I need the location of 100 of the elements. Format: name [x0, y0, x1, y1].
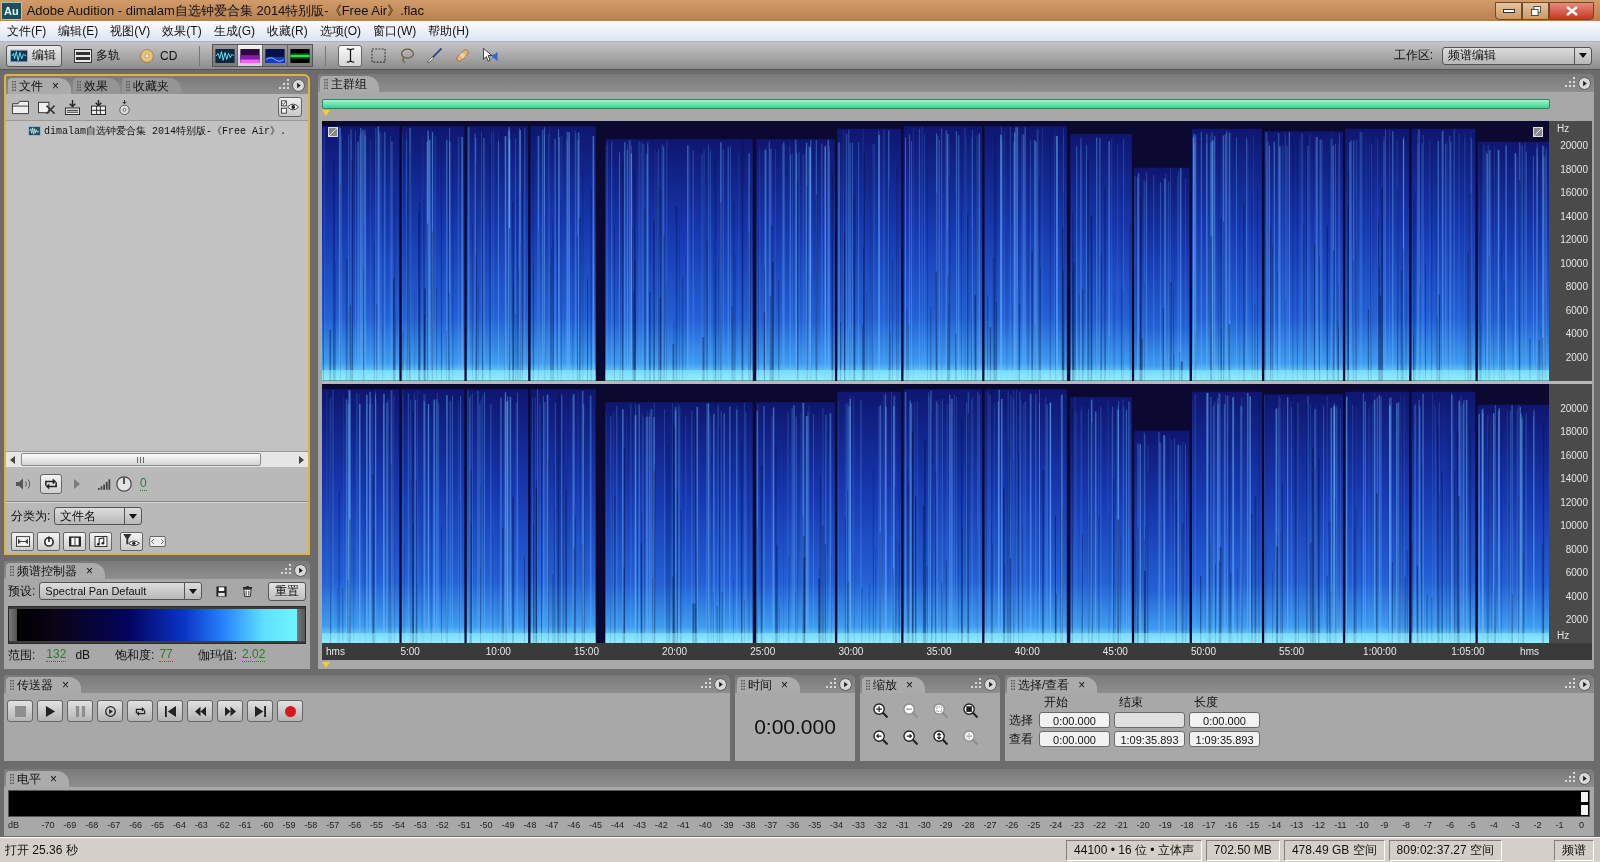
panel-grip-icon[interactable] — [1565, 771, 1575, 782]
reset-button[interactable]: 重置 — [268, 581, 306, 601]
close-tab-button[interactable]: × — [52, 80, 59, 92]
filter-button[interactable] — [63, 531, 86, 551]
trash-icon[interactable] — [243, 585, 253, 597]
panel-tab[interactable]: 电平 × — [6, 771, 69, 787]
transport-button[interactable] — [247, 700, 273, 722]
panel-tab[interactable]: 主群组 — [320, 76, 379, 92]
save-icon[interactable] — [216, 585, 228, 597]
menu-item[interactable]: 生成(G) — [208, 22, 260, 40]
filter-button[interactable] — [89, 531, 112, 551]
menu-item[interactable]: 效果(T) — [157, 22, 207, 40]
speaker-icon[interactable] — [16, 478, 32, 490]
import-icon[interactable] — [64, 99, 81, 115]
menu-item[interactable]: 窗口(W) — [368, 22, 422, 40]
panel-tab[interactable]: 频谱控制器 × — [6, 563, 105, 579]
close-tab-button[interactable]: × — [781, 679, 788, 691]
panel-grip-icon[interactable] — [701, 677, 711, 688]
menu-item[interactable]: 收藏(R) — [262, 22, 313, 40]
minimize-button[interactable] — [1495, 1, 1522, 20]
close-tab-button[interactable]: × — [50, 773, 57, 785]
mode-button[interactable]: 多轨 — [70, 44, 126, 67]
filter-button[interactable] — [120, 531, 143, 551]
view-button[interactable] — [288, 45, 313, 66]
view-button[interactable] — [263, 45, 288, 66]
sort-dropdown[interactable]: 文件名 — [54, 507, 143, 525]
workspace-dropdown[interactable]: 频谱编辑 — [1442, 46, 1592, 65]
panel-grip-icon[interactable] — [281, 563, 291, 574]
file-name[interactable]: dimalam自选钟爱合集 2014特别版-《Free Air》. — [44, 124, 287, 138]
menu-item[interactable]: 帮助(H) — [423, 22, 474, 40]
panel-grip-icon[interactable] — [1565, 677, 1575, 688]
panel-grip-icon[interactable] — [279, 78, 289, 89]
close-tab-button[interactable]: × — [1078, 679, 1086, 691]
time-field[interactable]: 0:00.000 — [1039, 731, 1110, 747]
knob-icon[interactable] — [116, 476, 132, 492]
menu-item[interactable]: 视图(V) — [105, 22, 156, 40]
panel-grip-icon[interactable] — [1565, 76, 1575, 87]
horizontal-scrollbar[interactable] — [6, 451, 308, 467]
preset-dropdown[interactable]: Spectral Pan Default — [39, 582, 203, 600]
transport-button[interactable] — [157, 700, 183, 722]
panel-tab[interactable]: 缩放 × — [862, 677, 925, 693]
cursor-marker-icon[interactable] — [322, 662, 330, 668]
restore-button[interactable] — [1522, 1, 1549, 20]
folder-icon[interactable] — [12, 99, 29, 115]
close-file-icon[interactable] — [38, 99, 55, 115]
close-tab-button[interactable]: × — [62, 679, 69, 691]
filter-button[interactable] — [11, 531, 34, 551]
panel-menu-icon[interactable] — [1578, 771, 1591, 785]
close-button[interactable] — [1549, 1, 1594, 20]
panel-menu-icon[interactable] — [714, 677, 727, 691]
panel-menu-icon[interactable] — [294, 563, 307, 577]
transport-button[interactable] — [187, 700, 213, 722]
close-tab-button[interactable]: × — [906, 679, 913, 691]
panel-menu-icon[interactable] — [1578, 76, 1591, 90]
spectrum-icon — [240, 48, 261, 63]
view-button[interactable] — [213, 45, 238, 66]
panel-tab[interactable]: 时间 × — [737, 677, 800, 693]
overview-bar[interactable] — [322, 99, 1550, 109]
scroll-left-icon[interactable] — [10, 455, 15, 464]
time-field[interactable]: 0:00.000 — [1039, 712, 1110, 728]
gradient-handle-icon[interactable] — [9, 609, 17, 641]
panel-menu-icon[interactable] — [984, 677, 997, 691]
panel-tab[interactable]: 收藏夹 — [122, 78, 181, 94]
transport-button[interactable] — [217, 700, 243, 722]
transport-button[interactable] — [97, 700, 123, 722]
gradient-handle-icon[interactable] — [297, 609, 305, 641]
time-field[interactable]: 1:09:35.893 — [1189, 731, 1260, 747]
tool-button[interactable] — [338, 44, 363, 67]
panel-tab[interactable]: 效果 — [73, 78, 120, 94]
disc-icon — [138, 48, 156, 63]
filter-button[interactable] — [37, 531, 60, 551]
panel-grip-icon[interactable] — [971, 677, 981, 688]
panel-grip-icon[interactable] — [826, 677, 836, 688]
transport-button[interactable] — [37, 700, 63, 722]
menu-item[interactable]: 编辑(E) — [53, 22, 104, 40]
disc-arrow-icon[interactable] — [116, 99, 133, 115]
close-tab-button[interactable]: × — [86, 565, 93, 577]
panel-tab[interactable]: 选择/查看 × — [1007, 677, 1098, 693]
mode-button[interactable]: CD — [134, 44, 184, 67]
menu-item[interactable]: 文件(F) — [2, 22, 52, 40]
view-button[interactable] — [238, 45, 263, 66]
loop-button[interactable] — [40, 474, 62, 494]
time-field[interactable]: 0:00.000 — [1189, 712, 1260, 728]
panel-menu-icon[interactable] — [839, 677, 852, 691]
mode-button[interactable]: 编辑 — [6, 44, 62, 67]
view-options-button[interactable] — [278, 97, 302, 117]
fade-handle-icon[interactable] — [1533, 127, 1543, 137]
scroll-right-icon[interactable] — [299, 455, 304, 464]
time-field[interactable]: 1:09:35.893 — [1114, 731, 1185, 747]
panel-menu-icon[interactable] — [292, 78, 305, 92]
time-field[interactable] — [1114, 712, 1185, 728]
transport-button[interactable] — [127, 700, 153, 722]
brackets-icon[interactable] — [149, 535, 166, 547]
fade-handle-icon[interactable] — [328, 127, 338, 137]
panel-tab[interactable]: 传送器 × — [6, 677, 81, 693]
scrollbar-thumb[interactable] — [21, 453, 261, 466]
panel-menu-icon[interactable] — [1578, 677, 1591, 691]
panel-tab[interactable]: 文件 × — [8, 78, 71, 94]
menu-item[interactable]: 选项(O) — [314, 22, 366, 40]
insert-icon[interactable] — [90, 99, 107, 115]
